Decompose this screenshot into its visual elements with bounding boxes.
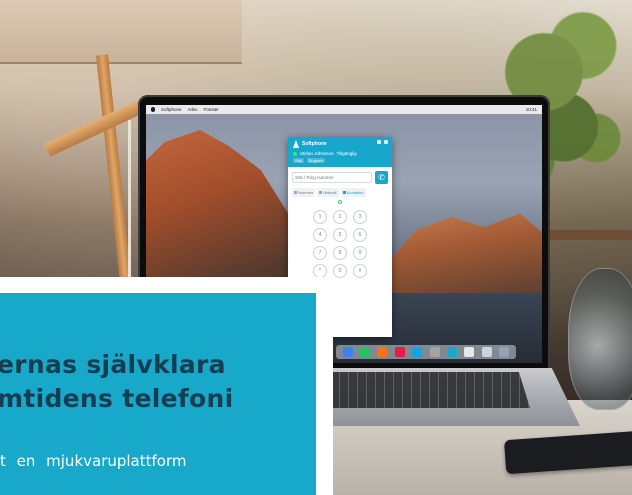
dial-keypad: 1 2 3 4 5 6 7 8 9 * 0 # — [288, 210, 392, 278]
keypad-key-7[interactable]: 7 — [313, 246, 327, 260]
status-dot-icon — [293, 151, 297, 156]
menubar-clock[interactable]: 10:41 — [526, 107, 537, 112]
keypad-key-4[interactable]: 4 — [313, 228, 327, 242]
softphone-app-title: Softphone — [302, 141, 327, 147]
promo-box: ernas självklara mtidens telefoni t en m… — [0, 293, 316, 495]
menubar-item-app[interactable]: Softphone — [161, 107, 182, 112]
connection-indicator-icon — [338, 200, 342, 204]
promo-headline-line-1: ernas självklara — [0, 350, 226, 379]
dock-app-icon[interactable] — [377, 347, 388, 357]
keypad-key-1[interactable]: 1 — [313, 210, 327, 224]
softphone-user-name: Stefan Johnsson — [300, 151, 334, 156]
lamp-cable — [128, 120, 131, 280]
tab-number-label: Nummer — [298, 190, 314, 195]
promo-headline: ernas självklara mtidens telefoni — [0, 348, 233, 416]
keypad-key-3[interactable]: 3 — [353, 210, 367, 224]
menubar-item-file[interactable]: Arkiv — [188, 107, 198, 112]
softphone-queue-row: Sälj Support — [293, 158, 387, 163]
tab-number[interactable]: Nummer — [292, 188, 316, 197]
tab-history-label: Historik — [323, 190, 337, 195]
apple-logo-icon[interactable] — [151, 107, 155, 112]
dock-app-icon[interactable] — [360, 347, 371, 357]
softphone-header: Softphone Stefan Johnsson Tillgänglig Sä… — [288, 137, 392, 167]
softphone-window-controls — [377, 140, 388, 144]
lamp-pole — [96, 54, 133, 285]
lampshade — [0, 0, 242, 64]
trash-icon[interactable] — [499, 347, 510, 357]
keypad-key-star[interactable]: * — [313, 264, 327, 278]
tab-history[interactable]: Historik — [317, 188, 339, 197]
queue-badge[interactable]: Sälj — [293, 158, 304, 163]
dock-app-icon[interactable] — [464, 347, 475, 357]
promo-panel: ernas självklara mtidens telefoni t en m… — [0, 277, 333, 495]
dock-app-icon[interactable] — [342, 347, 353, 357]
dial-number-input[interactable] — [292, 172, 372, 183]
menubar-item-window[interactable]: Fönster — [204, 107, 219, 112]
macos-dock — [336, 345, 516, 359]
contacts-icon — [342, 191, 346, 194]
lamp-arm — [44, 97, 150, 157]
dock-app-icon[interactable] — [394, 347, 405, 357]
history-icon — [319, 191, 323, 194]
keypad-key-6[interactable]: 6 — [353, 228, 367, 242]
keypad-key-0[interactable]: 0 — [333, 264, 347, 278]
close-icon[interactable] — [384, 140, 388, 144]
queue-badge[interactable]: Support — [306, 158, 325, 163]
keypad-key-hash[interactable]: # — [353, 264, 367, 278]
softphone-status[interactable]: Tillgänglig — [337, 151, 357, 156]
macos-menubar: Softphone Arkiv Fönster 10:41 — [146, 105, 542, 114]
dock-app-icon[interactable] — [481, 347, 492, 357]
keypad-key-5[interactable]: 5 — [333, 228, 347, 242]
dock-app-icon[interactable] — [429, 347, 440, 357]
call-button[interactable]: ✆ — [375, 171, 388, 184]
promo-headline-line-2: mtidens telefoni — [0, 384, 234, 413]
tab-contacts[interactable]: Kontakter — [340, 188, 366, 197]
softphone-dial-row: ✆ — [288, 167, 392, 188]
tab-contacts-label: Kontakter — [346, 190, 364, 195]
keypad-key-8[interactable]: 8 — [333, 246, 347, 260]
keypad-key-9[interactable]: 9 — [353, 246, 367, 260]
keypad-key-2[interactable]: 2 — [333, 210, 347, 224]
settings-icon[interactable] — [377, 140, 381, 144]
softphone-logo-icon — [293, 140, 299, 148]
dock-app-icon[interactable] — [447, 347, 458, 357]
dock-app-icon[interactable] — [412, 347, 423, 357]
glass-vase — [568, 268, 632, 410]
promo-body-text: t en mjukvaruplattform — [0, 452, 187, 470]
softphone-title-row: Softphone — [293, 140, 387, 148]
keypad-icon — [294, 191, 297, 194]
softphone-tabs: Nummer Historik Kontakter — [288, 188, 392, 197]
softphone-user-row[interactable]: Stefan Johnsson Tillgänglig — [293, 151, 387, 156]
call-icon: ✆ — [378, 173, 385, 182]
